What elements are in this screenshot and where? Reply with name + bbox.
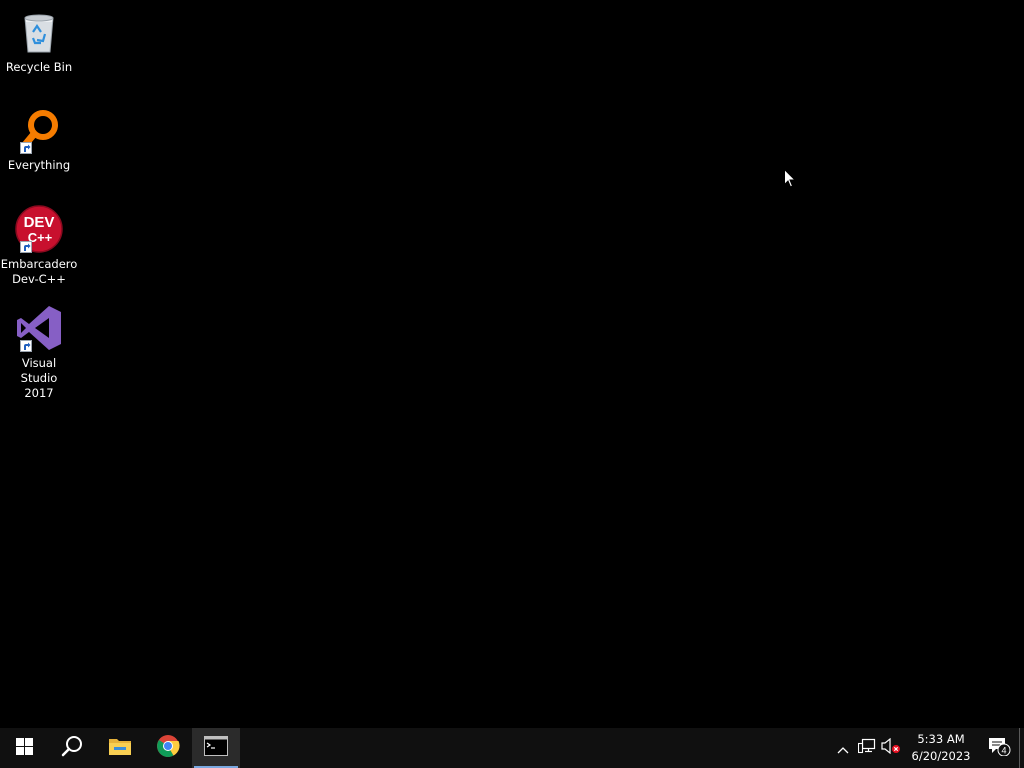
file-explorer-icon bbox=[108, 736, 132, 760]
mouse-cursor-icon bbox=[784, 168, 797, 192]
system-tray: 5:33 AM 6/20/2023 4 bbox=[831, 728, 1024, 768]
search-icon bbox=[61, 735, 83, 761]
desktop-icon-recycle-bin[interactable]: Recycle Bin bbox=[2, 8, 76, 75]
desktop-icon-label: Visual Studio 2017 bbox=[20, 356, 58, 400]
volume-button[interactable] bbox=[879, 728, 903, 768]
file-explorer-button[interactable] bbox=[96, 728, 144, 768]
dev-cpp-icon: DEV C++ bbox=[15, 205, 63, 253]
start-button[interactable] bbox=[0, 728, 48, 768]
desktop-icon-dev-cpp[interactable]: DEV C++ Embarcadero Dev-C++ bbox=[0, 205, 78, 287]
notification-count: 4 bbox=[1001, 746, 1006, 756]
command-prompt-button[interactable] bbox=[192, 728, 240, 768]
command-prompt-icon bbox=[204, 736, 228, 760]
desktop-icon-label: Everything bbox=[7, 158, 71, 172]
volume-muted-icon bbox=[881, 737, 901, 758]
network-icon bbox=[857, 738, 876, 758]
show-hidden-icons-button[interactable] bbox=[831, 728, 855, 768]
search-button[interactable] bbox=[48, 728, 96, 768]
clock-time: 5:33 AM bbox=[917, 732, 965, 746]
dev-cpp-icon-top-text: DEV bbox=[24, 214, 55, 231]
network-button[interactable] bbox=[855, 728, 879, 768]
shortcut-arrow-icon bbox=[20, 340, 32, 352]
shortcut-arrow-icon bbox=[20, 142, 32, 154]
desktop-icon-visual-studio[interactable]: Visual Studio 2017 bbox=[2, 304, 76, 401]
chevron-up-icon bbox=[837, 739, 849, 758]
notification-icon: 4 bbox=[987, 736, 1011, 760]
chrome-button[interactable] bbox=[144, 728, 192, 768]
desktop[interactable]: Recycle Bin Everything DEV C++ Embarcade… bbox=[0, 0, 1024, 728]
everything-search-icon bbox=[15, 106, 63, 154]
desktop-icon-label: Embarcadero Dev-C++ bbox=[0, 257, 78, 286]
taskbar: 5:33 AM 6/20/2023 4 bbox=[0, 728, 1024, 768]
visual-studio-icon bbox=[15, 304, 63, 352]
desktop-icon-everything[interactable]: Everything bbox=[2, 106, 76, 173]
show-desktop-button[interactable] bbox=[1019, 728, 1024, 768]
desktop-icon-label: Recycle Bin bbox=[5, 60, 73, 74]
chrome-icon bbox=[156, 734, 180, 762]
recycle-bin-icon bbox=[15, 8, 63, 56]
action-center-button[interactable]: 4 bbox=[979, 728, 1019, 768]
windows-start-icon bbox=[15, 737, 33, 759]
clock-date: 6/20/2023 bbox=[911, 749, 971, 763]
shortcut-arrow-icon bbox=[20, 241, 32, 253]
taskbar-clock[interactable]: 5:33 AM 6/20/2023 bbox=[903, 728, 979, 768]
